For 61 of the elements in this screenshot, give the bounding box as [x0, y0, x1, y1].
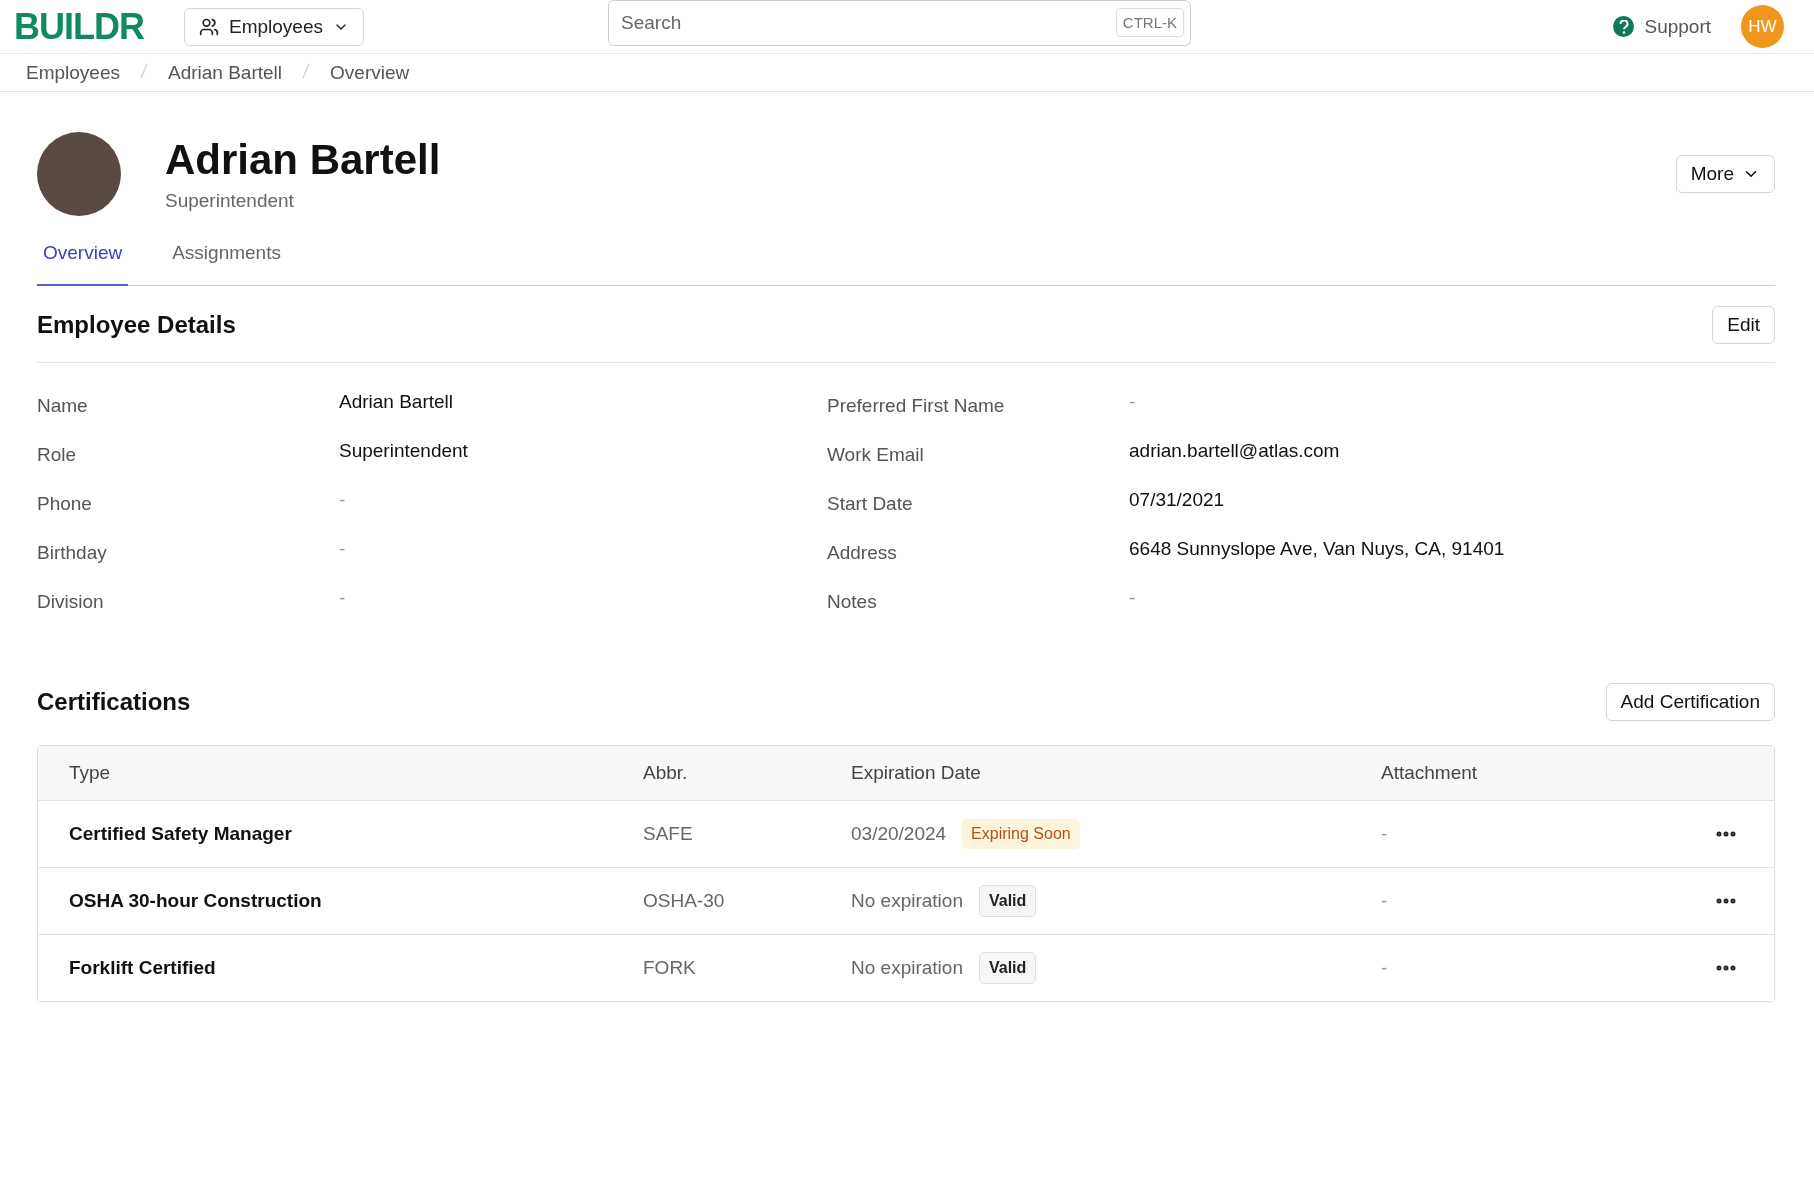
- help-icon: [1613, 16, 1635, 37]
- tab[interactable]: Overview: [37, 228, 129, 286]
- field-label: Birthday: [37, 541, 108, 564]
- section-title: Employee Details: [37, 311, 236, 339]
- add-certification-button[interactable]: Add Certification: [1605, 683, 1775, 721]
- field-value: -: [339, 538, 347, 561]
- shortcut-hint: CTRL-K: [1115, 8, 1184, 37]
- search-box[interactable]: Search CTRL-K: [608, 0, 1191, 46]
- edit-button[interactable]: Edit: [1712, 306, 1775, 344]
- table-cell: No expiration: [851, 957, 963, 979]
- field-value: -: [1129, 391, 1137, 414]
- field-value: -: [1129, 587, 1137, 610]
- table-cell: -: [1381, 823, 1388, 845]
- field-label: Preferred First Name: [827, 394, 1006, 417]
- module-dropdown[interactable]: Employees: [184, 7, 364, 46]
- support-link[interactable]: Support: [1613, 15, 1711, 38]
- field-label: Work Email: [827, 443, 925, 466]
- table-cell: 03/20/2024: [851, 823, 947, 845]
- column-header: Type: [69, 762, 112, 784]
- section-title: Certifications: [37, 688, 191, 716]
- field-value: Superintendent: [339, 440, 469, 463]
- field-label: Name: [37, 394, 89, 417]
- column-header: Abbr.: [643, 762, 689, 784]
- table-cell: -: [1381, 957, 1388, 979]
- field-value: -: [339, 489, 347, 512]
- field-value: -: [339, 587, 347, 610]
- field-value: 07/31/2021: [1129, 489, 1226, 512]
- slash-separator-icon: [302, 62, 311, 79]
- table-cell: -: [1381, 890, 1388, 912]
- status-badge: Valid: [978, 885, 1037, 917]
- field-label: Phone: [37, 492, 93, 515]
- field-label: Notes: [827, 590, 878, 613]
- field-label: Start Date: [827, 492, 914, 515]
- table-cell: Forklift Certified: [69, 957, 216, 979]
- slash-separator-icon: [140, 62, 148, 79]
- table-cell: SAFE: [643, 823, 693, 845]
- field-label: Role: [37, 443, 78, 466]
- status-badge: Valid: [978, 952, 1037, 984]
- employee-name: Adrian Bartell: [165, 136, 441, 184]
- field-value: Adrian Bartell: [339, 391, 455, 414]
- field-value: 6648 Sunnyslope Ave, Van Nuys, CA, 91401: [1129, 538, 1506, 561]
- more-button[interactable]: More: [1675, 155, 1775, 193]
- breadcrumb-link[interactable]: Adrian Bartell: [168, 61, 283, 84]
- breadcrumb-link[interactable]: Employees: [26, 61, 120, 84]
- field-label: Address: [827, 541, 898, 564]
- table-cell: Certified Safety Manager: [69, 823, 292, 845]
- status-badge: Expiring Soon: [962, 819, 1080, 849]
- table-cell: OSHA-30: [643, 890, 725, 912]
- search-field[interactable]: Search: [619, 10, 1116, 35]
- table-cell: OSHA 30-hour Construction: [69, 890, 322, 912]
- field-label: Division: [37, 590, 105, 613]
- logo: BUILDR: [14, 5, 145, 48]
- column-header: Expiration Date: [851, 762, 982, 784]
- field-value: adrian.bartell@atlas.com: [1129, 440, 1341, 463]
- column-header: Attachment: [1381, 762, 1479, 784]
- table-cell: No expiration: [851, 890, 963, 912]
- employee-role: Superintendent: [165, 190, 295, 212]
- people-icon: [199, 16, 219, 37]
- tab[interactable]: Assignments: [166, 228, 287, 286]
- table-cell: FORK: [643, 957, 696, 979]
- breadcrumb-link[interactable]: Overview: [330, 61, 410, 84]
